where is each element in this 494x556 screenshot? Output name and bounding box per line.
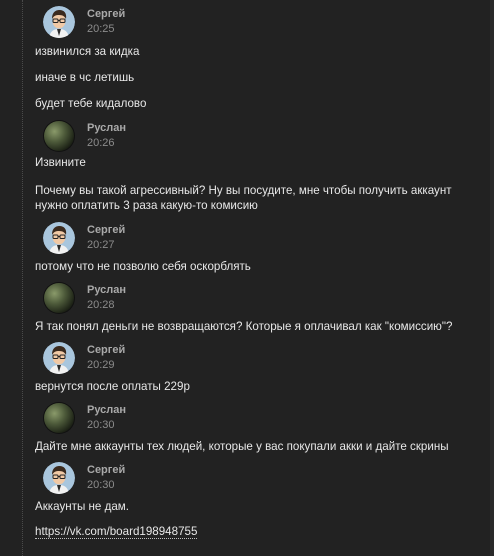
- message-author[interactable]: Руслан: [87, 404, 126, 416]
- message-time: 20:30: [87, 419, 115, 431]
- message-text: Извините: [35, 156, 86, 169]
- message-header: Руслан 20:26: [33, 114, 490, 157]
- message-text: нужно оплатить 3 раза какую-то комисию: [35, 199, 258, 212]
- message-author[interactable]: Сергей: [87, 344, 125, 356]
- message-header: Руслан 20:30: [33, 396, 490, 439]
- message-header: Сергей 20:30: [33, 456, 490, 499]
- planet-avatar[interactable]: [43, 402, 75, 434]
- message-text: Я так понял деньги не возвращаются? Кото…: [35, 320, 453, 333]
- message-header: Руслан 20:28: [33, 276, 490, 319]
- message-group: Руслан 20:30: [23, 396, 490, 439]
- message-author[interactable]: Руслан: [87, 122, 126, 134]
- message-header: Сергей 20:29: [33, 336, 490, 379]
- message-time: 20:28: [87, 299, 115, 311]
- message-group: Сергей 20:27: [23, 216, 490, 259]
- message-time: 20:26: [87, 137, 115, 149]
- message-link-line: https://vk.com/board198948755: [35, 524, 198, 539]
- planet-avatar[interactable]: [43, 282, 75, 314]
- message-group: Сергей 20:30: [23, 456, 490, 499]
- cartoon-man-avatar[interactable]: [43, 462, 75, 494]
- message-text: будет тебе кидалово: [35, 97, 147, 110]
- message-text: Почему вы такой агрессивный? Ну вы посуд…: [35, 184, 452, 197]
- message-author[interactable]: Сергей: [87, 224, 125, 236]
- message-header: Сергей 20:27: [33, 216, 490, 259]
- message-text: потому что не позволю себя оскорблять: [35, 260, 251, 273]
- message-time: 20:25: [87, 23, 115, 35]
- scrollbar[interactable]: [490, 0, 494, 556]
- message-author[interactable]: Сергей: [87, 464, 125, 476]
- cartoon-man-avatar[interactable]: [43, 6, 75, 38]
- message-link[interactable]: https://vk.com/board198948755: [35, 525, 198, 539]
- message-text: иначе в чс летишь: [35, 71, 135, 84]
- message-group: Сергей 20:29: [23, 336, 490, 379]
- message-text: вернутся после оплаты 229р: [35, 380, 190, 393]
- message-group: Сергей 20:25: [23, 0, 125, 43]
- chat-history: Сергей 20:25 извинился за кидка иначе в …: [22, 0, 490, 556]
- message-time: 20:27: [87, 239, 115, 251]
- message-time: 20:30: [87, 479, 115, 491]
- cartoon-man-avatar[interactable]: [43, 342, 75, 374]
- message-group: Руслан 20:26: [23, 114, 490, 157]
- message-text: извинился за кидка: [35, 45, 140, 58]
- message-author[interactable]: Руслан: [87, 284, 126, 296]
- message-text: Аккаунты не дам.: [35, 500, 129, 513]
- message-time: 20:29: [87, 359, 115, 371]
- message-author[interactable]: Сергей: [87, 8, 125, 20]
- message-text: Дайте мне аккаунты тех людей, которые у …: [35, 440, 449, 453]
- message-group: Руслан 20:28: [23, 276, 490, 319]
- cartoon-man-avatar[interactable]: [43, 222, 75, 254]
- planet-avatar[interactable]: [43, 120, 75, 152]
